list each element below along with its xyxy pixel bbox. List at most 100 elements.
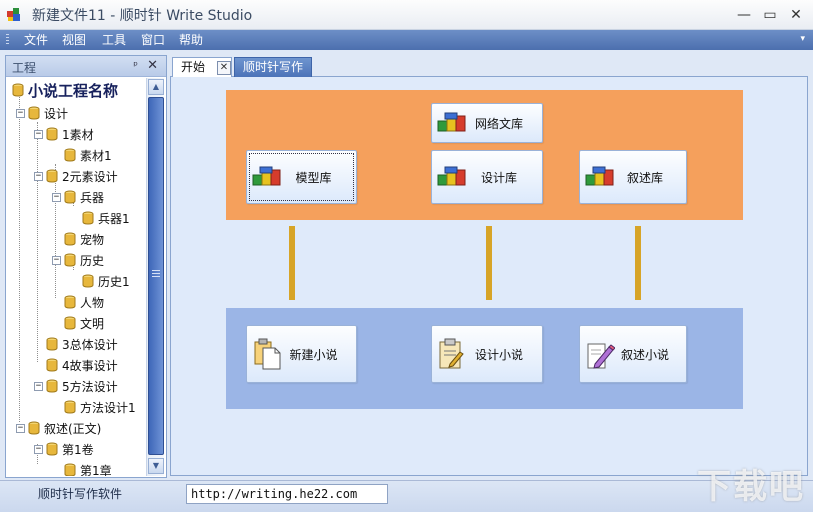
tree-node-civilization[interactable]: 文明 — [52, 313, 104, 333]
tree-node-history-1[interactable]: 历史1 — [70, 271, 130, 291]
tree-node-narrative[interactable]: − 叙述(正文) — [16, 418, 101, 438]
tab-close-icon[interactable]: ✕ — [217, 61, 231, 75]
database-icon — [64, 295, 76, 309]
tree-root[interactable]: 小说工程名称 — [12, 80, 118, 100]
blocks-icon — [252, 166, 281, 186]
menu-view[interactable]: 视图 — [62, 32, 86, 48]
tab-start[interactable]: 开始 ✕ — [172, 57, 232, 78]
tree-node-label: 历史 — [80, 253, 105, 268]
tree-node-label: 设计 — [44, 106, 69, 121]
new-novel-button[interactable]: 新建小说 — [246, 325, 357, 383]
status-url-field[interactable]: http://writing.he22.com — [186, 484, 388, 504]
clipboard-edit-icon — [439, 338, 464, 369]
tree-node-story-design[interactable]: 4故事设计 — [34, 355, 118, 375]
tree-scrollbar[interactable]: ▲ ▼ — [146, 78, 164, 476]
tree-node-design[interactable]: − 设计 — [16, 103, 68, 123]
tree-node-volume-1[interactable]: − 第1卷 — [34, 439, 94, 459]
collapse-toggle-icon[interactable]: − — [52, 255, 61, 265]
database-icon — [46, 358, 58, 372]
dock-close-icon[interactable]: ✕ — [147, 58, 158, 73]
database-icon — [46, 127, 58, 141]
narrate-novel-button[interactable]: 叙述小说 — [579, 325, 687, 383]
dock-header: 工程 ᵖ ✕ — [6, 56, 166, 77]
collapse-toggle-icon[interactable]: − — [52, 192, 61, 202]
project-tree: 小说工程名称 − 设计 − 1素材 素材1 − 2元素设计 − 兵器 兵器1 宠… — [6, 78, 146, 476]
menu-grip-icon — [6, 34, 9, 46]
tree-node-label: 1素材 — [62, 127, 94, 142]
tree-node-label: 第1卷 — [62, 442, 94, 457]
tree-node-label: 人物 — [80, 295, 105, 310]
menu-help[interactable]: 帮助 — [179, 32, 203, 48]
tree-node-material-1[interactable]: 素材1 — [52, 145, 112, 165]
model-library-button[interactable]: 模型库 — [246, 150, 357, 204]
tree-node-label: 方法设计1 — [80, 400, 136, 415]
scroll-down-icon[interactable]: ▼ — [148, 458, 164, 474]
tree-node-label: 兵器 — [80, 190, 105, 205]
tree-guide-line — [19, 92, 20, 422]
app-icon — [7, 8, 20, 21]
status-bar: 顺时针写作软件 http://writing.he22.com 下载吧 — [0, 467, 813, 512]
pencil-paper-icon — [587, 343, 615, 369]
tab-writing[interactable]: 顺时针写作 — [234, 57, 312, 78]
tree-node-characters[interactable]: 人物 — [52, 292, 104, 312]
database-icon — [46, 442, 58, 456]
menu-tools[interactable]: 工具 — [102, 32, 126, 48]
tree-node-method-design[interactable]: − 5方法设计 — [34, 376, 118, 396]
tree-node-label: 宠物 — [80, 232, 105, 247]
collapse-toggle-icon[interactable]: − — [34, 171, 43, 181]
tree-node-weapon-1[interactable]: 兵器1 — [70, 208, 130, 228]
collapse-toggle-icon[interactable]: − — [16, 108, 25, 118]
database-icon — [46, 337, 58, 351]
scroll-up-icon[interactable]: ▲ — [148, 79, 164, 95]
database-icon — [64, 463, 76, 476]
menu-overflow-icon[interactable]: ▾ — [800, 34, 805, 44]
menu-file[interactable]: 文件 — [24, 32, 48, 48]
scroll-thumb[interactable] — [148, 97, 164, 455]
tree-node-label: 3总体设计 — [62, 337, 118, 352]
tree-node-label: 叙述(正文) — [44, 421, 102, 436]
design-novel-button[interactable]: 设计小说 — [431, 325, 543, 383]
tree-node-chapter-1[interactable]: 第1章 — [52, 460, 112, 476]
maximize-button[interactable]: ▭ — [759, 5, 781, 25]
database-icon — [82, 274, 94, 288]
tab-start-label: 开始 — [181, 60, 206, 74]
collapse-toggle-icon[interactable]: − — [34, 381, 43, 391]
tree-node-weapons[interactable]: − 兵器 — [52, 187, 104, 207]
blocks-icon — [585, 166, 614, 186]
tree-node-materials[interactable]: − 1素材 — [34, 124, 94, 144]
tree-node-label: 历史1 — [98, 274, 130, 289]
minimize-button[interactable]: — — [733, 5, 755, 25]
tree-node-elements[interactable]: − 2元素设计 — [34, 166, 118, 186]
menu-window[interactable]: 窗口 — [141, 32, 165, 48]
collapse-toggle-icon[interactable]: − — [34, 444, 43, 454]
window-title: 新建文件11 - 顺时针 Write Studio — [32, 8, 253, 24]
watermark-logo: 下载吧 — [697, 467, 805, 507]
connector-line — [635, 226, 641, 300]
collapse-toggle-icon[interactable]: − — [34, 129, 43, 139]
database-icon — [64, 148, 76, 162]
tree-node-label: 兵器1 — [98, 211, 130, 226]
design-panel: 网络文库 模型库 设计库 叙述库 — [226, 90, 743, 220]
web-library-button[interactable]: 网络文库 — [431, 103, 543, 143]
close-button[interactable]: ✕ — [785, 5, 807, 25]
design-library-button[interactable]: 设计库 — [431, 150, 543, 204]
database-icon — [12, 83, 24, 97]
tree-node-method-design-1[interactable]: 方法设计1 — [52, 397, 136, 417]
start-page: 网络文库 模型库 设计库 叙述库 新建小说 设计小说 叙述小说 — [170, 77, 808, 476]
collapse-toggle-icon[interactable]: − — [16, 423, 25, 433]
connector-line — [486, 226, 492, 300]
tree-node-label: 文明 — [80, 316, 105, 331]
database-icon — [64, 190, 76, 204]
writing-panel: 新建小说 设计小说 叙述小说 — [226, 308, 743, 409]
tree-node-pets[interactable]: 宠物 — [52, 229, 104, 249]
tree-node-history[interactable]: − 历史 — [52, 250, 104, 270]
narrative-library-button[interactable]: 叙述库 — [579, 150, 687, 204]
dock-title: 工程 — [12, 61, 37, 75]
database-icon — [82, 211, 94, 225]
database-icon — [28, 106, 40, 120]
tree-root-label: 小说工程名称 — [28, 81, 119, 100]
database-icon — [64, 253, 76, 267]
tree-node-overall-design[interactable]: 3总体设计 — [34, 334, 118, 354]
tree-node-label: 4故事设计 — [62, 358, 118, 373]
pin-icon[interactable]: ᵖ — [133, 59, 138, 72]
